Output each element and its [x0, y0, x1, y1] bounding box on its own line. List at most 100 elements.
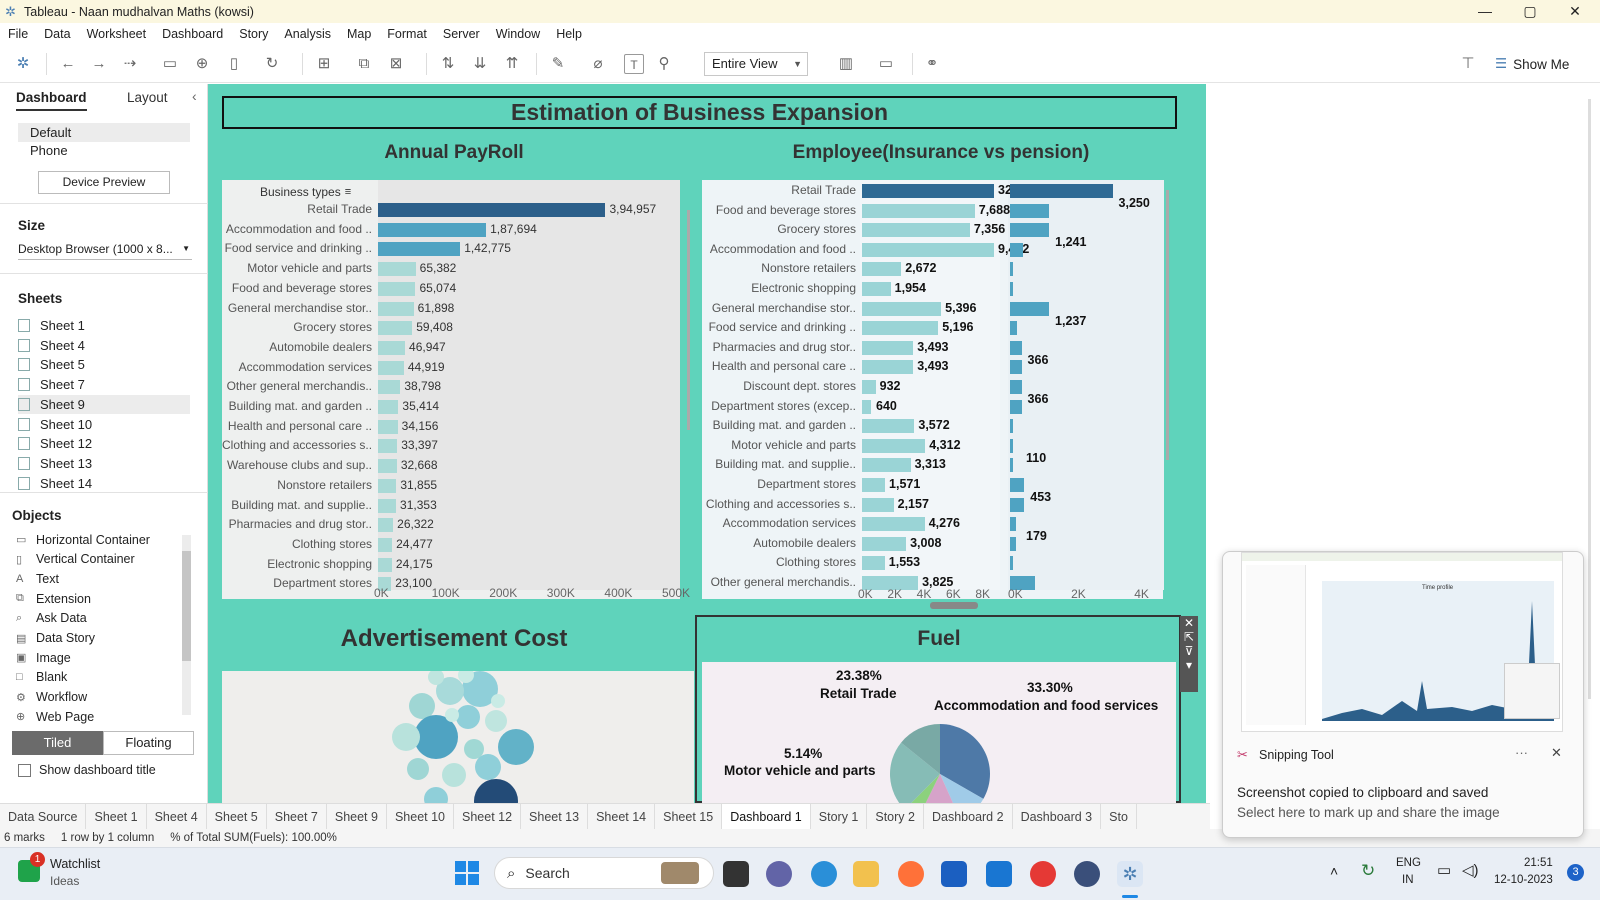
menu-help[interactable]: Help — [556, 27, 582, 41]
close-icon[interactable]: ✕ — [1180, 616, 1198, 630]
store-icon[interactable] — [941, 861, 967, 887]
tab-sheet-9[interactable]: Sheet 9 — [327, 803, 387, 830]
object-item[interactable]: A Text — [16, 569, 59, 588]
refresh-icon[interactable]: ↻ — [262, 54, 282, 74]
view-select[interactable]: Entire View ▼ — [704, 52, 808, 76]
objects-scrollbar[interactable] — [182, 535, 191, 715]
task-view-icon[interactable] — [723, 861, 749, 887]
close-button[interactable]: ✕ — [1552, 0, 1598, 23]
menu-dashboard[interactable]: Dashboard — [162, 27, 223, 41]
pause-updates-icon[interactable]: ▯ — [224, 54, 244, 74]
save-icon[interactable]: ▭ — [160, 54, 180, 74]
sheet-item[interactable]: Sheet 10 — [18, 415, 92, 434]
sort-asc-icon[interactable]: ⇊ — [470, 54, 490, 74]
object-item[interactable]: ⧉ Extension — [16, 589, 91, 608]
start-button[interactable] — [455, 861, 479, 885]
clear-icon[interactable]: ⊠ — [386, 54, 406, 74]
snipping-tool-notification[interactable]: Time profile ✂ Snipping Tool ··· ✕ Scree… — [1222, 551, 1584, 838]
tab-sheet-12[interactable]: Sheet 12 — [454, 803, 522, 830]
new-sheet-icon[interactable]: ⊞ — [314, 54, 334, 74]
object-item[interactable]: ⊕ Web Page — [16, 707, 94, 726]
employee-scrollbar[interactable] — [1166, 190, 1169, 460]
watchlist-label[interactable]: Watchlist — [50, 857, 100, 871]
floating-button[interactable]: Floating — [103, 731, 194, 755]
swap-icon[interactable]: ⇅ — [438, 54, 458, 74]
tab-sheet-13[interactable]: Sheet 13 — [521, 803, 589, 830]
tableau-home-icon[interactable]: ✲ — [13, 54, 33, 74]
menu-map[interactable]: Map — [347, 27, 371, 41]
menu-story[interactable]: Story — [239, 27, 268, 41]
tab-layout[interactable]: Layout — [127, 90, 168, 105]
minimize-button[interactable]: — — [1462, 0, 1508, 23]
tab-data-source[interactable]: Data Source — [0, 803, 87, 830]
device-default[interactable]: Default — [18, 123, 190, 142]
sheet-item[interactable]: Sheet 1 — [18, 316, 85, 335]
chevron-up-icon[interactable]: ˄ — [1330, 863, 1338, 879]
menu-data[interactable]: Data — [44, 27, 70, 41]
tab-sheet-5[interactable]: Sheet 5 — [207, 803, 267, 830]
object-item[interactable]: ⌕ Ask Data — [16, 609, 87, 628]
teams-icon[interactable] — [766, 861, 792, 887]
tab-story-1[interactable]: Story 1 — [811, 803, 868, 830]
resize-handle[interactable] — [930, 602, 978, 609]
highlight-icon[interactable]: ✎ — [548, 54, 568, 74]
edge-icon[interactable] — [811, 861, 837, 887]
tab-dashboard-3[interactable]: Dashboard 3 — [1013, 803, 1102, 830]
object-item[interactable]: ▤ Data Story — [16, 629, 95, 648]
device-phone[interactable]: Phone — [30, 143, 68, 158]
maximize-button[interactable]: ▢ — [1507, 0, 1553, 23]
tab-sheet-14[interactable]: Sheet 14 — [588, 803, 656, 830]
canvas-scrollbar[interactable] — [1588, 99, 1591, 699]
sheet-item[interactable]: Sheet 14 — [18, 474, 92, 493]
sheet-item[interactable]: Sheet 12 — [18, 434, 92, 453]
tab-sheet-7[interactable]: Sheet 7 — [267, 803, 327, 830]
close-notification-button[interactable]: ✕ — [1551, 745, 1562, 761]
sort-desc-icon[interactable]: ⇈ — [502, 54, 522, 74]
go-to-sheet-icon[interactable]: ⇱ — [1180, 630, 1198, 644]
sheet-item[interactable]: Sheet 9 — [18, 394, 190, 414]
more-options-button[interactable]: ··· — [1515, 745, 1528, 760]
menu-window[interactable]: Window — [496, 27, 540, 41]
replay-icon[interactable]: ⇢ — [120, 54, 140, 74]
volume-icon[interactable]: ◁) — [1462, 861, 1479, 879]
show-labels-icon[interactable]: T — [624, 54, 644, 74]
network-icon[interactable]: ▭ — [1437, 861, 1451, 879]
object-item[interactable]: ▯ Vertical Container — [16, 550, 135, 569]
duplicate-icon[interactable]: ⧉ — [354, 54, 374, 74]
filter-icon[interactable]: ⊽ — [1180, 644, 1198, 658]
tab-sheet-15[interactable]: Sheet 15 — [655, 803, 723, 830]
clock-time[interactable]: 21:51 — [1524, 857, 1553, 869]
menu-format[interactable]: Format — [387, 27, 427, 41]
show-me-button[interactable]: ☰ Show Me — [1495, 54, 1569, 74]
bar-chart-icon[interactable]: ▥ — [836, 54, 856, 74]
device-preview-button[interactable]: Device Preview — [38, 171, 170, 194]
sheet-item[interactable]: Sheet 13 — [18, 454, 92, 473]
tableau-taskbar-icon[interactable]: ✲ — [1117, 861, 1143, 887]
pin-icon[interactable]: ⚲ — [654, 54, 674, 74]
menu-server[interactable]: Server — [443, 27, 480, 41]
file-explorer-icon[interactable] — [853, 861, 879, 887]
collapse-icon[interactable]: ‹ — [192, 88, 197, 104]
payroll-scrollbar[interactable] — [687, 210, 690, 430]
sheet-item[interactable]: Sheet 7 — [18, 375, 85, 394]
business-types-header[interactable]: Business types ≡ — [260, 185, 351, 199]
tab-dashboard[interactable]: Dashboard — [16, 90, 87, 111]
tab-dashboard-1[interactable]: Dashboard 1 — [722, 803, 811, 830]
tiled-button[interactable]: Tiled — [12, 731, 103, 755]
tab-sheet-10[interactable]: Sheet 10 — [387, 803, 454, 830]
group-icon[interactable]: ⌀ — [588, 54, 608, 74]
size-select[interactable]: Desktop Browser (1000 x 8... ▼ — [18, 242, 192, 260]
redo-icon[interactable]: → — [89, 54, 109, 74]
tab-sto[interactable]: Sto — [1101, 803, 1137, 830]
undo-icon[interactable]: ← — [58, 54, 78, 74]
mail-icon[interactable] — [986, 861, 1012, 887]
new-datasource-icon[interactable]: ⊕ — [192, 54, 212, 74]
more-options-icon[interactable]: ▾ — [1180, 658, 1198, 672]
sheet-item[interactable]: Sheet 4 — [18, 336, 85, 355]
presentation-icon[interactable]: ▭ — [876, 54, 896, 74]
tab-story-2[interactable]: Story 2 — [867, 803, 924, 830]
sync-icon[interactable]: ↻ — [1361, 861, 1375, 881]
taskbar-search[interactable]: ⌕ Search — [494, 857, 714, 889]
sheet-item[interactable]: Sheet 5 — [18, 355, 85, 374]
share-icon[interactable]: ⚭ — [922, 54, 942, 74]
